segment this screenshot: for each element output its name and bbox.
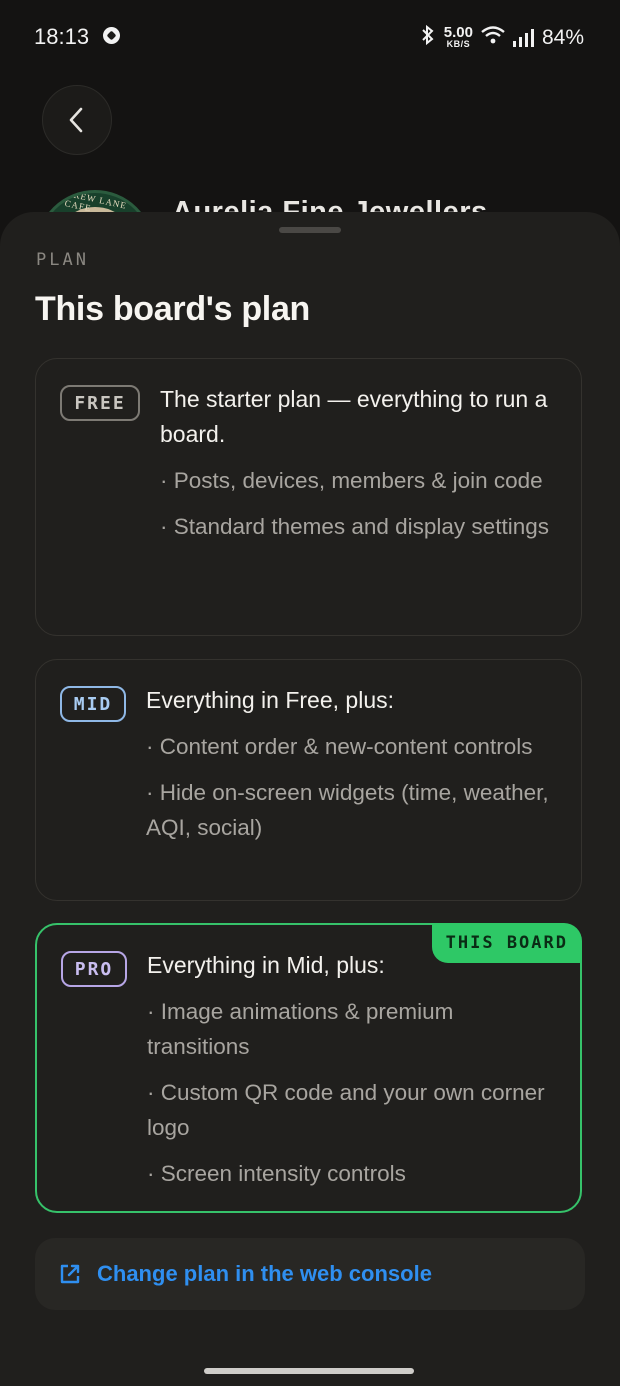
plan-card-mid: MID Everything in Free, plus: Content or… xyxy=(35,659,582,901)
plan-feature: Screen intensity controls xyxy=(147,1156,560,1191)
chevron-left-icon xyxy=(69,107,83,133)
status-time: 18:13 xyxy=(34,24,90,49)
section-label: PLAN xyxy=(36,250,89,270)
plan-feature: Posts, devices, members & join code xyxy=(160,463,561,498)
plan-headline: Everything in Free, plus: xyxy=(146,687,395,713)
status-bar: 18:13 5.00 KB/S 84% xyxy=(0,0,620,76)
network-speed: 5.00 KB/S xyxy=(444,25,473,49)
plan-details-free: The starter plan — everything to run a b… xyxy=(160,382,561,544)
plan-details-pro: Everything in Mid, plus: Image animation… xyxy=(147,948,560,1191)
back-button[interactable] xyxy=(42,85,112,155)
plan-headline: The starter plan — everything to run a b… xyxy=(160,386,548,447)
web-console-label: Change plan in the web console xyxy=(97,1261,432,1286)
change-plan-web-console-button[interactable]: Change plan in the web console xyxy=(35,1238,585,1310)
plan-feature: Image animations & premium transitions xyxy=(147,994,560,1064)
bluetooth-icon xyxy=(420,24,436,52)
home-indicator[interactable] xyxy=(204,1368,414,1374)
wifi-icon xyxy=(481,25,505,51)
plan-details-mid: Everything in Free, plus: Content order … xyxy=(146,683,561,845)
external-link-icon xyxy=(60,1264,80,1284)
signal-icon xyxy=(512,29,534,47)
network-speed-unit: KB/S xyxy=(446,39,471,49)
football-notification-icon xyxy=(103,27,120,44)
plan-headline: Everything in Mid, plus: xyxy=(147,952,385,978)
plan-bottom-sheet: PLAN This board's plan FREE The starter … xyxy=(0,212,620,1386)
plan-card-free: FREE The starter plan — everything to ru… xyxy=(35,358,582,636)
plan-badge-free: FREE xyxy=(60,385,140,421)
plan-badge-pro: PRO xyxy=(61,951,127,987)
plan-feature: Custom QR code and your own corner logo xyxy=(147,1075,560,1145)
plan-card-pro: THIS BOARD PRO Everything in Mid, plus: … xyxy=(35,923,582,1213)
plan-feature: Content order & new-content controls xyxy=(146,729,561,764)
drag-handle[interactable] xyxy=(279,227,341,233)
sheet-title: This board's plan xyxy=(35,290,311,328)
plan-feature: Hide on-screen widgets (time, weather, A… xyxy=(146,775,561,845)
battery-level: 84% xyxy=(541,26,584,49)
network-speed-value: 5.00 xyxy=(443,24,473,41)
plan-feature: Standard themes and display settings xyxy=(160,509,561,544)
plan-badge-mid: MID xyxy=(60,686,126,722)
status-icons: 5.00 KB/S 84% xyxy=(420,24,584,52)
